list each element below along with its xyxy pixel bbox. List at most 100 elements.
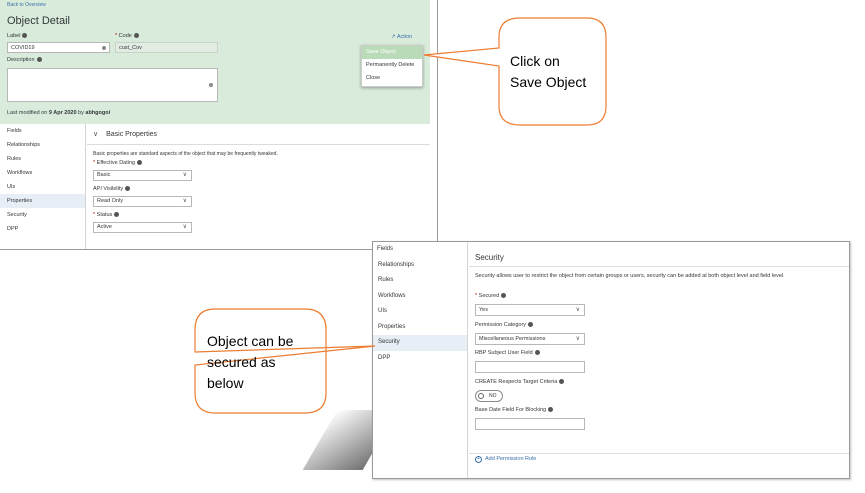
secured-select[interactable]: Yes ∨	[475, 304, 585, 316]
callout-save-object-text: Click on Save Object	[510, 51, 586, 93]
permission-category-label: Permission Category	[475, 322, 534, 328]
toggle-knob	[478, 393, 484, 399]
nav-item-security[interactable]: Security	[0, 208, 85, 222]
label-caption: Label	[7, 33, 28, 39]
menu-item-close[interactable]: Close	[362, 72, 422, 85]
info-icon[interactable]	[548, 407, 554, 413]
nav-item-properties[interactable]: Properties	[373, 320, 467, 336]
nav-item-relationships[interactable]: Relationships	[373, 258, 467, 274]
rbp-subject-user-field-input[interactable]	[475, 361, 585, 373]
section-description: Security allows user to restrict the obj…	[475, 273, 785, 279]
nav-item-uis[interactable]: UIs	[0, 180, 85, 194]
info-icon[interactable]	[36, 57, 42, 63]
code-input: cust_Cov	[115, 42, 218, 53]
object-nav: Fields Relationships Rules Workflows UIs…	[0, 124, 86, 249]
description-caption-text: Description	[7, 57, 35, 63]
object-detail-screenshot: Back to Overview Object Detail Label COV…	[0, 0, 438, 250]
label-input[interactable]: COVID19	[7, 42, 110, 53]
action-icon: ↗	[391, 34, 396, 40]
api-visibility-label: API Visibility	[93, 186, 131, 192]
info-icon[interactable]	[125, 186, 131, 192]
nav-item-workflows[interactable]: Workflows	[373, 289, 467, 305]
nav-item-rules[interactable]: Rules	[0, 152, 85, 166]
info-icon[interactable]	[559, 379, 565, 385]
security-panel: Security Security allows user to restric…	[469, 242, 849, 478]
action-label: Action	[396, 34, 413, 40]
chevron-down-icon[interactable]: ∨	[93, 131, 98, 138]
base-date-input[interactable]	[475, 418, 585, 430]
section-title: Security	[475, 253, 504, 262]
nav-item-rules[interactable]: Rules	[373, 273, 467, 289]
action-menu: Save Object Permanently Delete Close	[361, 45, 423, 87]
object-header: Back to Overview Object Detail Label COV…	[0, 0, 430, 124]
required-marker: *	[115, 33, 118, 39]
create-respects-toggle[interactable]: NO	[475, 390, 503, 402]
nav-item-workflows[interactable]: Workflows	[0, 166, 85, 180]
base-date-text: Base Date Field For Blocking	[475, 407, 547, 413]
nav-item-dpp[interactable]: DPP	[373, 351, 467, 367]
callout-secure-text: Object can be secured as below	[207, 331, 293, 394]
globe-icon[interactable]	[208, 82, 214, 88]
add-permission-role-link[interactable]: + Add Permission Role	[475, 456, 536, 463]
effective-dating-text: Effective Dating	[96, 160, 136, 166]
nav-item-relationships[interactable]: Relationships	[0, 138, 85, 152]
required-marker: *	[93, 160, 96, 166]
permission-category-select[interactable]: Miscellaneous Permissions ∨	[475, 333, 585, 345]
section-title: Basic Properties	[106, 131, 158, 138]
api-visibility-select[interactable]: Read Only ∨	[93, 196, 192, 207]
effective-dating-select[interactable]: Basic ∨	[93, 170, 192, 181]
last-modified-user: abhgogoi	[85, 110, 111, 116]
label-input-value: COVID19	[11, 45, 35, 51]
permission-category-value: Miscellaneous Permissions	[479, 336, 546, 342]
nav-item-fields[interactable]: Fields	[0, 124, 85, 138]
info-icon[interactable]	[501, 293, 507, 299]
nav-item-security[interactable]: Security	[373, 335, 467, 351]
nav-item-properties[interactable]: Properties	[0, 194, 85, 208]
info-icon[interactable]	[534, 350, 540, 356]
section-header[interactable]: ∨ Basic Properties	[93, 130, 157, 138]
globe-icon[interactable]	[101, 45, 107, 51]
callout-line: secured as	[207, 354, 276, 370]
callout-line: Click on	[510, 53, 560, 69]
menu-item-save-object[interactable]: Save Object	[362, 46, 422, 59]
menu-item-permanently-delete[interactable]: Permanently Delete	[362, 59, 422, 72]
nav-item-fields[interactable]: Fields	[373, 242, 467, 258]
nav-item-dpp[interactable]: DPP	[0, 222, 85, 236]
api-visibility-value: Read Only	[97, 198, 123, 204]
description-caption: Description	[7, 57, 42, 63]
create-respects-text: CREATE Respects Target Criteria	[475, 379, 558, 385]
callout-line: Object can be	[207, 333, 294, 349]
status-value: Active	[97, 224, 112, 230]
info-icon[interactable]	[528, 322, 534, 328]
info-icon[interactable]	[133, 33, 139, 39]
object-nav: Fields Relationships Rules Workflows UIs…	[373, 242, 468, 478]
page-title: Object Detail	[7, 15, 70, 27]
rbp-label-text: RBP Subject User Field	[475, 350, 533, 356]
security-screenshot: Fields Relationships Rules Workflows UIs…	[372, 241, 850, 479]
secured-value: Yes	[479, 307, 488, 313]
add-icon: +	[475, 456, 482, 463]
status-select[interactable]: Active ∨	[93, 222, 192, 233]
base-date-label: Base Date Field For Blocking	[475, 407, 554, 413]
action-button[interactable]: ↗ Action	[391, 34, 412, 40]
effective-dating-value: Basic	[97, 172, 111, 178]
status-label: * Status	[93, 212, 120, 218]
info-icon[interactable]	[22, 33, 28, 39]
code-input-value: cust_Cov	[119, 45, 142, 51]
nav-item-uis[interactable]: UIs	[373, 304, 467, 320]
last-modified: Last modified on 9 Apr 2020 by abhgogoi	[7, 110, 110, 116]
chevron-down-icon: ∨	[575, 307, 580, 313]
description-textarea[interactable]	[7, 68, 218, 102]
status-text: Status	[96, 212, 113, 218]
toggle-value: NO	[489, 393, 497, 399]
secured-text: Secured	[478, 293, 500, 299]
rbp-subject-user-field-label: RBP Subject User Field	[475, 350, 540, 356]
chevron-down-icon: ∨	[182, 198, 187, 204]
back-link[interactable]: Back to Overview	[7, 2, 46, 8]
callout-line: Save Object	[510, 74, 587, 90]
code-caption: * Code	[115, 33, 139, 39]
add-permission-role-label: Add Permission Role	[485, 456, 537, 462]
info-icon[interactable]	[114, 212, 120, 218]
info-icon[interactable]	[137, 160, 143, 166]
divider	[469, 266, 849, 267]
